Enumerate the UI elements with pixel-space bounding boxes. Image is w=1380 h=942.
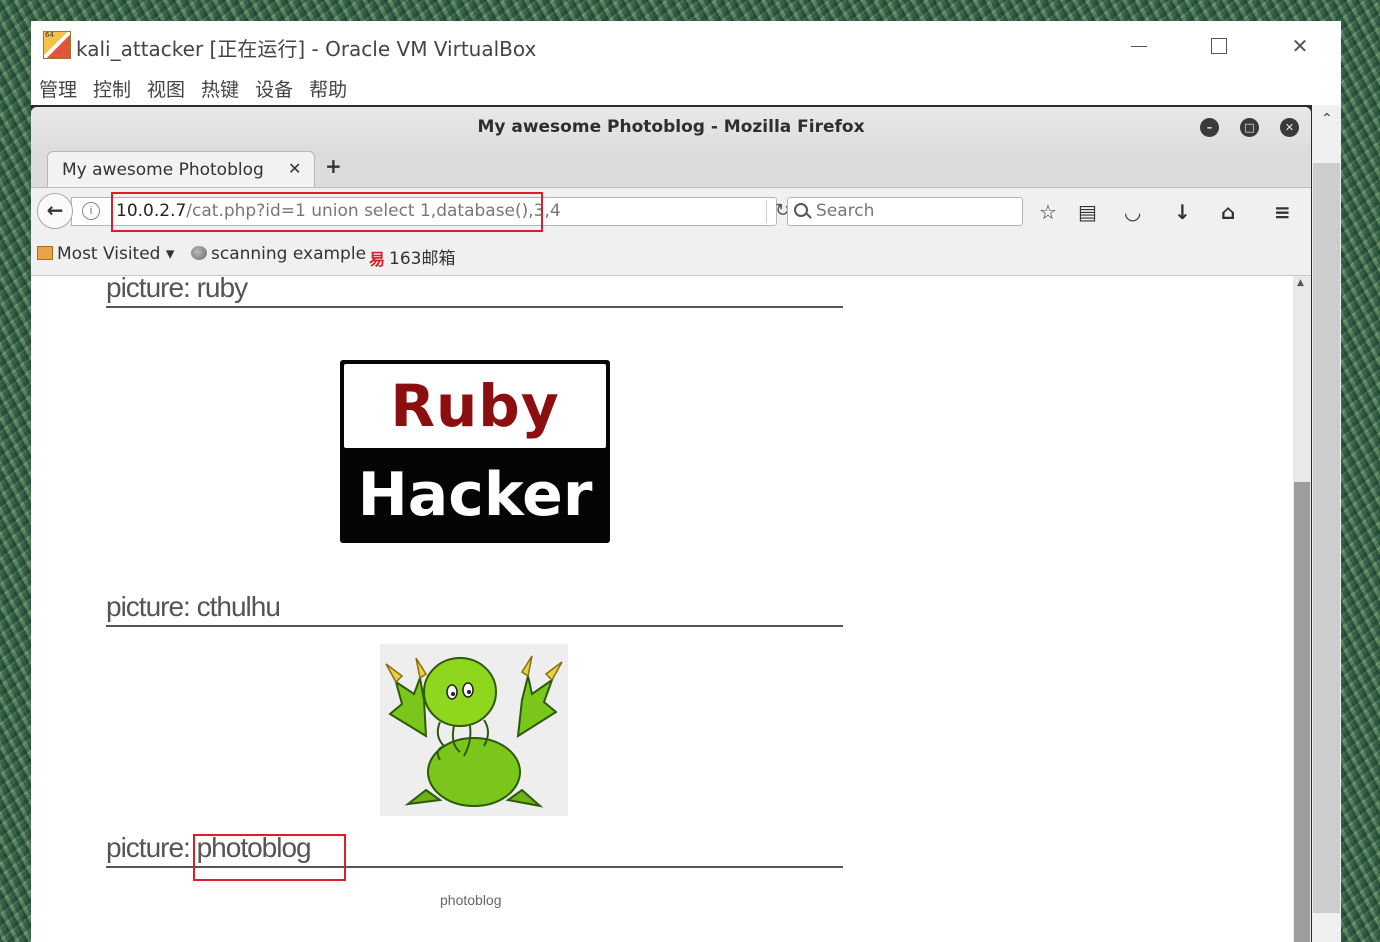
page-scrollbar[interactable]: ▲ bbox=[1293, 276, 1311, 942]
vm-scroll-up-icon[interactable]: ⌃ bbox=[1321, 111, 1333, 127]
tab-label: My awesome Photoblog bbox=[62, 160, 264, 180]
menu-view[interactable]: 视图 bbox=[139, 75, 193, 105]
navigation-toolbar: i 10.0.2.7/cat.php?id=1 union select 1,d… bbox=[31, 188, 1311, 234]
bookmark-label: scanning example bbox=[211, 244, 367, 264]
url-path: /cat.php?id=1 union select 1,database(),… bbox=[186, 201, 561, 221]
close-button[interactable]: ✕ bbox=[1280, 31, 1320, 61]
menu-hamburger-icon[interactable]: ≡ bbox=[1274, 200, 1291, 224]
maximize-button[interactable] bbox=[1199, 31, 1239, 61]
info-icon[interactable]: i bbox=[82, 202, 100, 220]
virtualbox-window: kali_attacker [正在运行] - Oracle VM Virtual… bbox=[31, 21, 1341, 942]
firefox-maximize-icon[interactable]: □ bbox=[1240, 118, 1259, 137]
ruby-hacker-image[interactable]: Ruby Hacker bbox=[340, 360, 610, 543]
minimize-button[interactable] bbox=[1119, 31, 1159, 61]
ruby-logo-bottom: Hacker bbox=[357, 460, 593, 530]
menu-help[interactable]: 帮助 bbox=[301, 75, 355, 105]
folder-icon bbox=[37, 246, 53, 260]
bookmark-label: Most Visited ▾ bbox=[57, 244, 175, 264]
pocket-icon[interactable]: ◡ bbox=[1125, 200, 1140, 224]
tab-photoblog[interactable]: My awesome Photoblog ✕ bbox=[47, 151, 315, 187]
menu-devices[interactable]: 设备 bbox=[247, 75, 301, 105]
firefox-minimize-icon[interactable]: – bbox=[1200, 118, 1219, 137]
search-icon bbox=[794, 203, 808, 217]
section-heading-photoblog: picture: photoblog bbox=[106, 833, 843, 868]
search-input[interactable]: Search bbox=[787, 197, 1023, 226]
firefox-titlebar: My awesome Photoblog - Mozilla Firefox –… bbox=[31, 107, 1311, 147]
ruby-logo-top: Ruby bbox=[344, 364, 606, 448]
menu-hotkeys[interactable]: 热键 bbox=[193, 75, 247, 105]
menu-manage[interactable]: 管理 bbox=[31, 75, 85, 105]
virtualbox-menubar: 管理 控制 视图 热键 设备 帮助 bbox=[31, 75, 355, 105]
section-heading-cthulhu: picture: cthulhu bbox=[106, 592, 843, 627]
search-placeholder: Search bbox=[816, 201, 875, 221]
reading-list-icon[interactable]: ▤ bbox=[1078, 200, 1097, 224]
bookmark-star-icon[interactable]: ☆ bbox=[1039, 200, 1057, 224]
firefox-window: My awesome Photoblog - Mozilla Firefox –… bbox=[31, 107, 1311, 942]
home-icon[interactable]: ⌂ bbox=[1221, 200, 1235, 224]
back-button[interactable]: ← bbox=[37, 193, 73, 229]
cthulhu-illustration bbox=[385, 655, 563, 808]
cthulhu-image[interactable] bbox=[380, 644, 568, 816]
globe-icon bbox=[191, 246, 207, 260]
tab-close-icon[interactable]: ✕ bbox=[288, 159, 301, 178]
vm-scrollbar-thumb[interactable] bbox=[1313, 163, 1340, 913]
virtualbox-app-icon bbox=[43, 31, 71, 59]
new-tab-icon[interactable]: + bbox=[325, 154, 342, 178]
url-host: 10.0.2.7 bbox=[116, 201, 187, 221]
vm-display-scrollbar[interactable]: ⌃ bbox=[1312, 105, 1341, 942]
downloads-icon[interactable]: ↓ bbox=[1174, 200, 1191, 224]
url-text[interactable]: 10.0.2.7/cat.php?id=1 union select 1,dat… bbox=[116, 201, 561, 221]
scroll-up-arrow-icon[interactable]: ▲ bbox=[1297, 278, 1304, 288]
url-bar[interactable]: i 10.0.2.7/cat.php?id=1 union select 1,d… bbox=[71, 197, 790, 226]
page-content: picture: ruby Ruby Hacker picture: cthul… bbox=[31, 276, 1293, 942]
menu-control[interactable]: 控制 bbox=[85, 75, 139, 105]
bookmark-most-visited[interactable]: Most Visited ▾ bbox=[37, 244, 174, 264]
maximize-icon bbox=[1211, 38, 1227, 54]
close-icon: ✕ bbox=[1291, 34, 1309, 58]
bookmark-label: 163邮箱 bbox=[389, 249, 456, 269]
firefox-window-title: My awesome Photoblog - Mozilla Firefox bbox=[477, 117, 865, 137]
section-heading-ruby: picture: ruby bbox=[106, 276, 843, 308]
scrollbar-thumb[interactable] bbox=[1294, 482, 1310, 942]
bookmark-scanning-example[interactable]: scanning example bbox=[191, 244, 366, 264]
netease-icon: 易 bbox=[369, 250, 386, 269]
firefox-close-icon[interactable]: ✕ bbox=[1280, 118, 1299, 137]
guest-display: My awesome Photoblog - Mozilla Firefox –… bbox=[31, 105, 1341, 942]
window-title: kali_attacker [正在运行] - Oracle VM Virtual… bbox=[76, 37, 537, 61]
bookmarks-toolbar: Most Visited ▾ scanning example 易 163邮箱 bbox=[31, 234, 1311, 276]
minimize-icon bbox=[1131, 45, 1147, 47]
bookmark-163-mail[interactable]: 易 163邮箱 bbox=[369, 244, 455, 270]
back-arrow-icon: ← bbox=[46, 198, 64, 222]
tab-strip: My awesome Photoblog ✕ + bbox=[31, 147, 1311, 188]
virtualbox-titlebar: kali_attacker [正在运行] - Oracle VM Virtual… bbox=[31, 21, 1341, 73]
image-caption: photoblog bbox=[440, 892, 502, 908]
